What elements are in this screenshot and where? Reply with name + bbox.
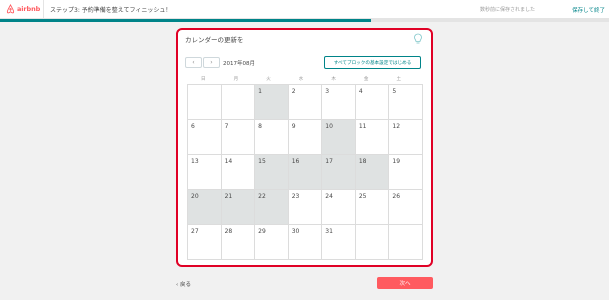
calendar-day-cell[interactable]: 10 — [322, 120, 356, 155]
calendar-day-cell[interactable]: 11 — [355, 120, 390, 155]
day-number: 3 — [325, 88, 330, 95]
calendar-day-cell[interactable]: 3 — [322, 85, 356, 120]
calendar-day-cell[interactable]: 7 — [221, 120, 256, 155]
weekday-label: 火 — [266, 77, 271, 82]
lightbulb-icon[interactable] — [413, 33, 423, 45]
day-number: 27 — [191, 228, 199, 235]
calendar-day-cell[interactable]: 19 — [389, 155, 423, 190]
back-link[interactable]: ‹ 戻る — [176, 280, 191, 288]
chevron-left-icon: ‹ — [192, 59, 195, 66]
calendar-day-cell[interactable]: 23 — [288, 190, 323, 225]
top-bar: airbnb ステップ3: 予約準備を整えてフィニッシュ！ 数秒前に保存されまし… — [0, 0, 609, 19]
day-number: 15 — [258, 158, 266, 165]
day-number: 31 — [325, 228, 333, 235]
airbnb-logo-icon — [6, 4, 15, 14]
day-number: 18 — [358, 158, 367, 165]
calendar-day-cell[interactable]: 6 — [188, 120, 222, 155]
calendar-day-cell[interactable]: 16 — [288, 155, 323, 190]
day-number: 2 — [291, 88, 296, 95]
progress-bar-fill — [0, 19, 372, 22]
day-number: 28 — [224, 228, 233, 235]
day-number: 30 — [291, 228, 300, 235]
calendar-day-cell[interactable]: 9 — [288, 120, 323, 155]
day-number: 1 — [258, 88, 262, 95]
calendar-day-cell[interactable]: 13 — [188, 155, 222, 190]
day-number: 23 — [291, 193, 300, 200]
day-number: 8 — [258, 123, 262, 130]
calendar-day-cell[interactable]: 18 — [355, 155, 390, 190]
save-exit-link[interactable]: 保存して終了 — [572, 6, 605, 14]
next-month-button[interactable]: › — [203, 57, 220, 68]
day-number: 29 — [258, 228, 266, 235]
weekday-label: 木 — [331, 77, 336, 82]
calendar-empty-cell — [355, 225, 390, 260]
day-number: 17 — [325, 158, 333, 165]
next-button[interactable]: 次へ — [377, 277, 433, 289]
day-number: 19 — [392, 158, 401, 165]
calendar-empty-cell — [389, 225, 423, 260]
calendar-day-cell[interactable]: 2 — [288, 85, 323, 120]
card-title: カレンダーの更新を — [185, 36, 244, 44]
saved-status: 数秒前に保存されました — [479, 7, 535, 13]
day-number: 10 — [325, 123, 333, 130]
weekday-header: 日 月 火 水 木 金 土 — [187, 76, 415, 82]
month-label: 2017年08月 — [223, 61, 255, 67]
weekday-label: 日 — [201, 77, 206, 82]
calendar-day-cell[interactable]: 29 — [255, 225, 289, 260]
calendar-day-cell[interactable]: 12 — [389, 120, 423, 155]
calendar-day-cell[interactable]: 1 — [255, 85, 289, 120]
day-number: 5 — [392, 88, 397, 95]
calendar-day-cell[interactable]: 27 — [188, 225, 222, 260]
day-number: 26 — [392, 193, 401, 200]
day-number: 16 — [291, 158, 300, 165]
calendar-day-cell[interactable]: 28 — [221, 225, 256, 260]
day-number: 21 — [224, 193, 233, 200]
calendar-day-cell[interactable]: 31 — [322, 225, 356, 260]
calendar-empty-cell — [188, 85, 222, 120]
prev-month-button[interactable]: ‹ — [185, 57, 202, 68]
calendar-day-cell[interactable]: 26 — [389, 190, 423, 225]
weekday-label: 金 — [363, 77, 369, 82]
calendar-day-cell[interactable]: 30 — [288, 225, 323, 260]
airbnb-logo[interactable]: airbnb — [6, 4, 40, 14]
calendar-day-cell[interactable]: 22 — [255, 190, 289, 225]
calendar-empty-cell — [221, 85, 256, 120]
calendar-day-cell[interactable]: 20 — [188, 190, 222, 225]
calendar-day-cell[interactable]: 8 — [255, 120, 289, 155]
weekday-label: 水 — [298, 77, 304, 82]
calendar-day-cell[interactable]: 15 — [255, 155, 289, 190]
day-number: 22 — [258, 193, 266, 200]
calendar-day-cell[interactable]: 5 — [389, 85, 423, 120]
day-number: 11 — [358, 123, 367, 130]
calendar-day-cell[interactable]: 4 — [355, 85, 390, 120]
day-number: 7 — [224, 123, 229, 130]
weekday-label: 土 — [396, 77, 402, 82]
calendar-day-cell[interactable]: 17 — [322, 155, 356, 190]
day-number: 6 — [191, 123, 195, 130]
start-blocked-button[interactable]: すべてブロックの基本設定ではじめる — [324, 56, 421, 69]
chevron-right-icon: › — [210, 59, 213, 66]
calendar-day-cell[interactable]: 25 — [355, 190, 390, 225]
logo-text: airbnb — [17, 5, 41, 13]
calendar-day-cell[interactable]: 14 — [221, 155, 256, 190]
calendar-day-cell[interactable]: 21 — [221, 190, 256, 225]
day-number: 9 — [291, 123, 296, 130]
day-number: 13 — [191, 158, 199, 165]
day-number: 25 — [358, 193, 367, 200]
day-number: 12 — [392, 123, 401, 130]
day-number: 24 — [325, 193, 333, 200]
day-number: 14 — [224, 158, 233, 165]
day-number: 4 — [358, 88, 363, 95]
weekday-label: 月 — [233, 77, 239, 82]
header-divider — [43, 0, 44, 19]
calendar-grid: 1 2 3 4 5 6 7 8 9 10 11 12 13 14 15 16 17 18 19 20 21 22 23 24 2… — [187, 84, 423, 260]
step-title: ステップ3: 予約準備を整えてフィニッシュ！ — [50, 7, 172, 14]
day-number: 20 — [191, 193, 199, 200]
progress-bar — [0, 19, 609, 22]
calendar-day-cell[interactable]: 24 — [322, 190, 356, 225]
calendar-card: カレンダーの更新を ‹ › 2017年08月 すべてブロックの基本設定ではじめる… — [176, 28, 433, 267]
